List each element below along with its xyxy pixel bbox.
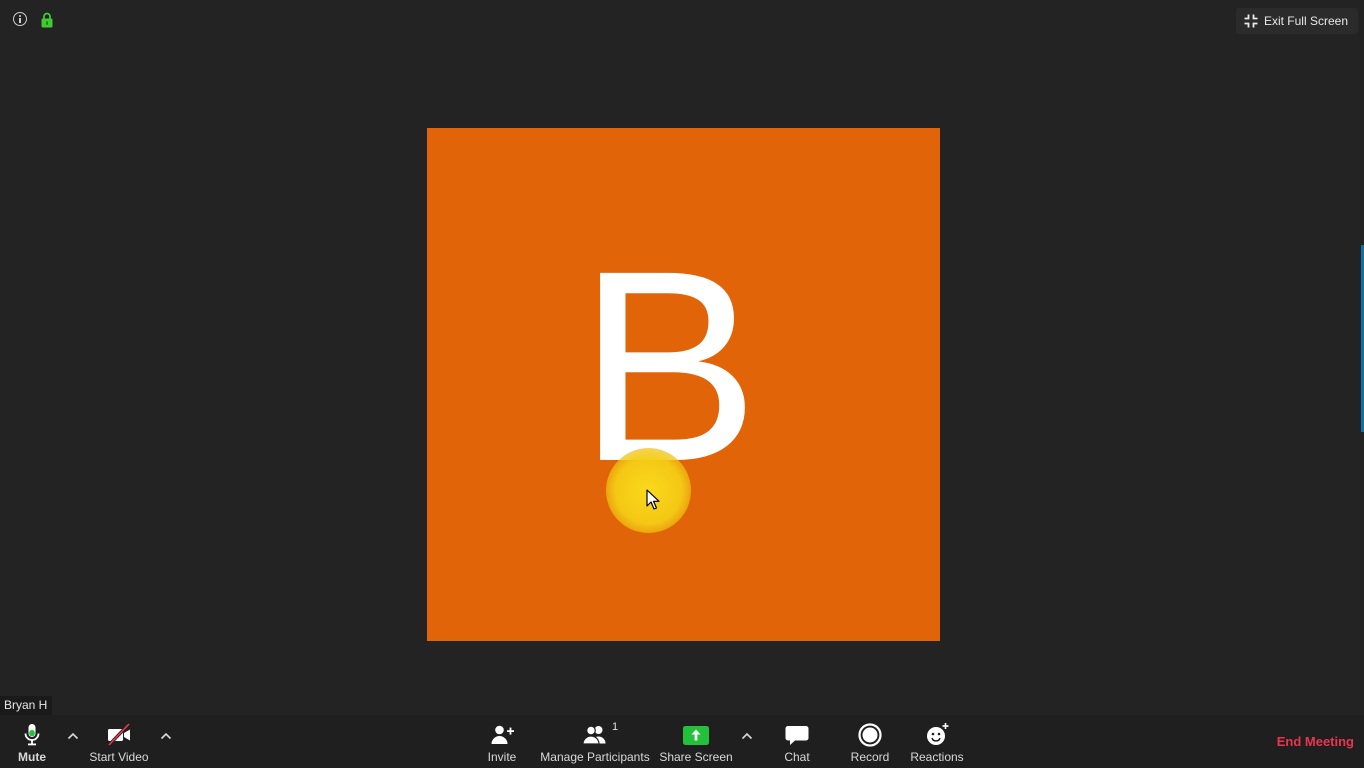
add-person-icon — [491, 725, 514, 744]
microphone-icon — [24, 724, 40, 746]
reactions-label: Reactions — [910, 750, 964, 764]
info-icon[interactable] — [13, 12, 27, 26]
share-screen-label: Share Screen — [659, 750, 733, 764]
invite-label: Invite — [487, 750, 517, 764]
start-video-label: Start Video — [89, 750, 149, 764]
chat-button[interactable]: Chat — [777, 715, 817, 768]
participant-avatar-tile: B — [427, 128, 940, 641]
share-screen-button[interactable]: Share Screen — [659, 715, 733, 768]
meeting-toolbar: Mute Start Video Invite Manage Participa… — [0, 715, 1364, 768]
start-video-button[interactable]: Start Video — [86, 715, 152, 768]
participants-count-badge: 1 — [612, 721, 619, 733]
meeting-window: Exit Full Screen B Bryan H Mute Start Vi… — [0, 0, 1364, 768]
exit-full-screen-label: Exit Full Screen — [1263, 14, 1348, 28]
invite-button[interactable]: Invite — [482, 715, 522, 768]
share-screen-icon — [683, 726, 709, 745]
manage-participants-label: Manage Participants — [540, 750, 650, 764]
chat-label: Chat — [784, 750, 810, 764]
mute-button[interactable]: Mute — [10, 715, 54, 768]
record-label: Record — [850, 750, 890, 764]
record-button[interactable]: Record — [846, 715, 894, 768]
reactions-button[interactable]: Reactions — [908, 715, 966, 768]
mute-label: Mute — [18, 750, 46, 764]
participants-icon — [582, 725, 606, 745]
smiley-add-icon — [927, 723, 949, 745]
chat-bubble-icon — [785, 726, 809, 745]
exit-full-screen-icon — [1244, 14, 1258, 28]
video-options-chevron-up-icon[interactable] — [159, 729, 173, 743]
mouse-cursor-icon — [646, 489, 660, 510]
audio-options-chevron-up-icon[interactable] — [66, 729, 80, 743]
video-off-icon — [107, 722, 131, 747]
participant-name-label: Bryan H — [0, 696, 53, 715]
record-icon — [858, 723, 882, 747]
end-meeting-button[interactable]: End Meeting — [1277, 734, 1354, 749]
share-options-chevron-up-icon[interactable] — [740, 729, 754, 743]
exit-full-screen-button[interactable]: Exit Full Screen — [1235, 8, 1358, 34]
manage-participants-button[interactable]: Manage Participants — [539, 715, 651, 768]
lock-icon[interactable] — [41, 12, 53, 28]
